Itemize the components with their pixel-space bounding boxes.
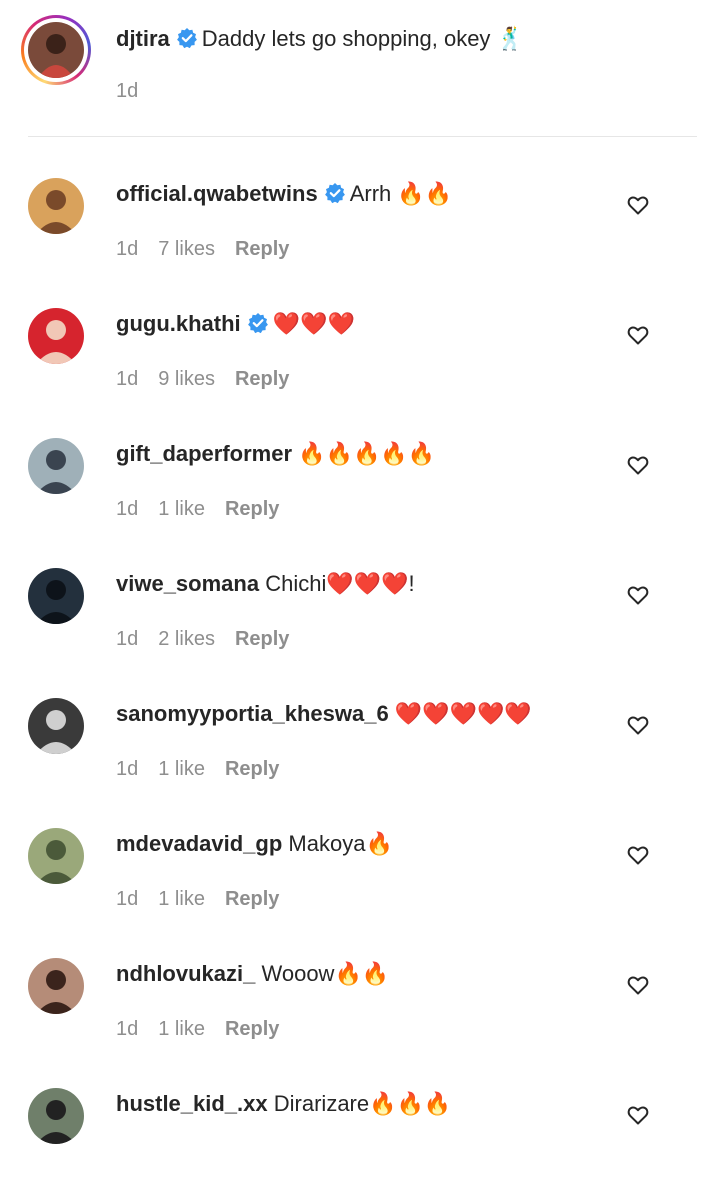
comment-meta: 1d 7 likes Reply xyxy=(116,238,309,261)
like-count[interactable]: 2 likes xyxy=(158,628,215,650)
comment-time: 1d xyxy=(116,628,139,650)
like-count[interactable]: 1 like xyxy=(158,1018,205,1040)
fire-emoji-icon: 🔥🔥 xyxy=(397,182,453,207)
avatar-caption[interactable] xyxy=(28,22,84,78)
divider xyxy=(28,136,697,137)
fire-emoji-icon: 🔥🔥 xyxy=(334,962,390,987)
comment-username[interactable]: viwe_somana xyxy=(116,571,259,596)
comment-username[interactable]: hustle_kid_.xx xyxy=(116,1091,268,1116)
comment-text: Dirarizare xyxy=(273,1091,370,1116)
comment-time: 1d xyxy=(116,888,139,910)
heart-outline-icon[interactable] xyxy=(626,193,650,217)
comment-line: ndhlovukazi_ Wooow🔥🔥 xyxy=(116,959,389,990)
reply-button[interactable]: Reply xyxy=(225,888,279,910)
fire-emoji-icon: 🔥 xyxy=(365,832,393,857)
reply-button[interactable]: Reply xyxy=(235,368,289,390)
like-count[interactable]: 9 likes xyxy=(158,368,215,390)
comment-line: gugu.khathi ❤️❤️❤️ xyxy=(116,309,355,342)
heart-outline-icon[interactable] xyxy=(626,1103,650,1127)
comment-line: gift_daperformer 🔥🔥🔥🔥🔥 xyxy=(116,439,435,470)
comment-time: 1d xyxy=(116,1018,139,1040)
heart-outline-icon[interactable] xyxy=(626,453,650,477)
like-count[interactable]: 7 likes xyxy=(158,238,215,260)
caption-line: djtira Daddy lets go shopping, okey 🕺 xyxy=(116,24,524,57)
avatar[interactable] xyxy=(28,1088,84,1144)
comment-line: mdevadavid_gp Makoya🔥 xyxy=(116,829,393,860)
avatar[interactable] xyxy=(28,828,84,884)
heart-outline-icon[interactable] xyxy=(626,583,650,607)
comment-username[interactable]: gift_daperformer xyxy=(116,441,292,466)
caption-meta: 1d xyxy=(116,80,158,103)
caption-username[interactable]: djtira xyxy=(116,26,170,51)
comment-time: 1d xyxy=(116,498,139,520)
heart-outline-icon[interactable] xyxy=(626,973,650,997)
comment-meta: 1d 1 like Reply xyxy=(116,888,299,911)
reply-button[interactable]: Reply xyxy=(235,238,289,260)
fire-emoji-icon: 🔥🔥🔥🔥🔥 xyxy=(298,442,436,467)
comment-text: Wooow xyxy=(261,961,335,986)
comment-item: sanomyyportia_kheswa_6 ❤️❤️❤️❤️❤️ 1d 1 lik… xyxy=(0,670,720,800)
avatar[interactable] xyxy=(28,698,84,754)
verified-badge-icon xyxy=(324,182,346,212)
caption-time: 1d xyxy=(116,80,139,102)
comment-username[interactable]: mdevadavid_gp xyxy=(116,831,282,856)
comment-item: gift_daperformer 🔥🔥🔥🔥🔥 1d 1 like Reply xyxy=(0,410,720,540)
like-count[interactable]: 1 like xyxy=(158,498,205,520)
comment-meta: 1d 9 likes Reply xyxy=(116,368,309,391)
comment-item: mdevadavid_gp Makoya🔥 1d 1 like Reply xyxy=(0,800,720,930)
avatar[interactable] xyxy=(28,308,84,364)
comment-line: hustle_kid_.xx Dirarizare🔥🔥🔥 xyxy=(116,1089,451,1120)
caption-text: Daddy lets go shopping, okey xyxy=(201,26,491,51)
like-count[interactable]: 1 like xyxy=(158,888,205,910)
comment-username[interactable]: gugu.khathi xyxy=(116,311,241,336)
comment-time: 1d xyxy=(116,368,139,390)
reply-button[interactable]: Reply xyxy=(225,758,279,780)
comment-line: sanomyyportia_kheswa_6 ❤️❤️❤️❤️❤️ xyxy=(116,699,532,730)
verified-badge-icon xyxy=(176,27,198,57)
comment-meta: 1d 1 like Reply xyxy=(116,758,299,781)
caption-row: djtira Daddy lets go shopping, okey 🕺 1d xyxy=(0,0,720,136)
heart-emoji-icon: ❤️❤️❤️ xyxy=(272,312,355,337)
comment-username[interactable]: ndhlovukazi_ xyxy=(116,961,255,986)
comment-username[interactable]: official.qwabetwins xyxy=(116,181,318,206)
comment-item: gugu.khathi ❤️❤️❤️ 1d 9 likes Reply xyxy=(0,280,720,410)
avatar[interactable] xyxy=(28,438,84,494)
comment-time: 1d xyxy=(116,758,139,780)
heart-outline-icon[interactable] xyxy=(626,713,650,737)
avatar[interactable] xyxy=(28,958,84,1014)
fire-emoji-icon: 🔥🔥🔥 xyxy=(369,1092,452,1117)
like-count[interactable]: 1 like xyxy=(158,758,205,780)
avatar[interactable] xyxy=(28,568,84,624)
heart-emoji-icon: ❤️❤️❤️❤️❤️ xyxy=(394,702,532,727)
comment-text-suffix: ! xyxy=(408,571,415,596)
heart-outline-icon[interactable] xyxy=(626,323,650,347)
heart-outline-icon[interactable] xyxy=(626,843,650,867)
comment-meta: 1d 2 likes Reply xyxy=(116,628,309,651)
comment-item: ndhlovukazi_ Wooow🔥🔥 1d 1 like Reply xyxy=(0,930,720,1060)
comment-text: Arrh xyxy=(349,181,398,206)
comment-text: Makoya xyxy=(288,831,366,856)
reply-button[interactable]: Reply xyxy=(235,628,289,650)
comment-text: Chichi xyxy=(265,571,327,596)
comment-item: hustle_kid_.xx Dirarizare🔥🔥🔥 xyxy=(0,1060,720,1190)
dancer-emoji-icon: 🕺 xyxy=(496,27,524,52)
comment-line: viwe_somana Chichi❤️❤️❤️! xyxy=(116,569,415,600)
reply-button[interactable]: Reply xyxy=(225,1018,279,1040)
comment-meta: 1d 1 like Reply xyxy=(116,1018,299,1041)
comment-line: official.qwabetwins Arrh 🔥🔥 xyxy=(116,179,452,212)
heart-emoji-icon: ❤️❤️❤️ xyxy=(326,572,409,597)
avatar[interactable] xyxy=(28,178,84,234)
comment-username[interactable]: sanomyyportia_kheswa_6 xyxy=(116,701,389,726)
comment-meta: 1d 1 like Reply xyxy=(116,498,299,521)
comment-time: 1d xyxy=(116,238,139,260)
comment-item: official.qwabetwins Arrh 🔥🔥 1d 7 likes Reply xyxy=(0,150,720,280)
verified-badge-icon xyxy=(247,312,269,342)
reply-button[interactable]: Reply xyxy=(225,498,279,520)
comment-item: viwe_somana Chichi❤️❤️❤️! 1d 2 likes Reply xyxy=(0,540,720,670)
